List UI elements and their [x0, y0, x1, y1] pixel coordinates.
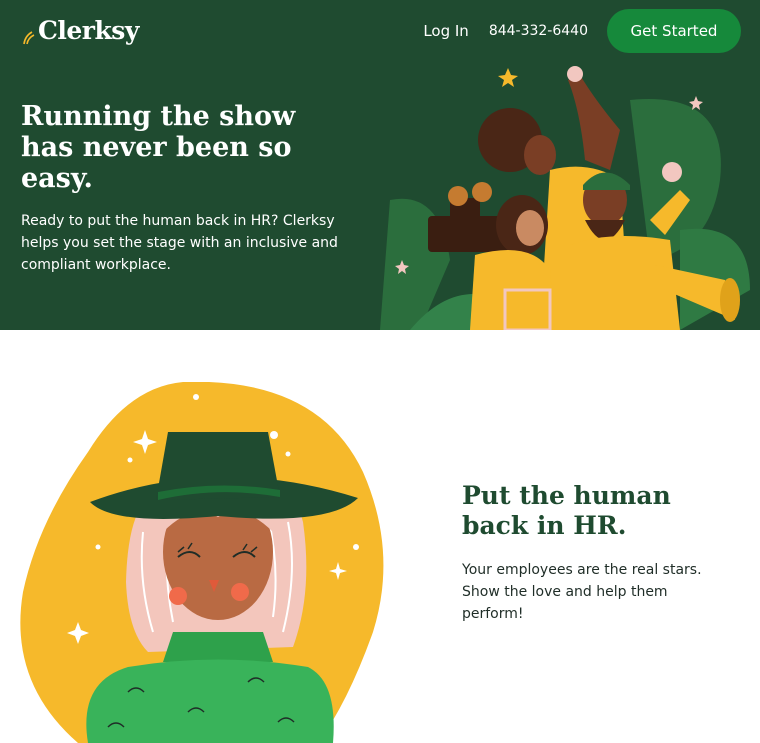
hero-description: Ready to put the human back in HR? Clerk… [21, 213, 338, 273]
login-link[interactable]: Log In [423, 22, 469, 40]
feature-section: Put the human back in HR. Your employees… [0, 330, 760, 743]
logo-mark-icon [23, 31, 35, 45]
logo[interactable]: Clerksy [22, 16, 139, 46]
portrait-illustration [20, 382, 384, 743]
hero-illustration [380, 66, 750, 330]
section-description: Your employees are the real stars. Show … [462, 562, 702, 622]
hero-section: Clerksy Log In 844-332-6440 Get Started … [0, 0, 760, 330]
phone-number-link[interactable]: 844-332-6440 [489, 23, 588, 39]
section-heading: Put the human back in HR. [462, 481, 671, 540]
top-nav: Log In 844-332-6440 Get Started [423, 9, 741, 53]
logo-text: Clerksy [38, 16, 139, 45]
hero-title: Running the show has never been so easy. [21, 101, 296, 194]
get-started-button[interactable]: Get Started [607, 9, 741, 53]
